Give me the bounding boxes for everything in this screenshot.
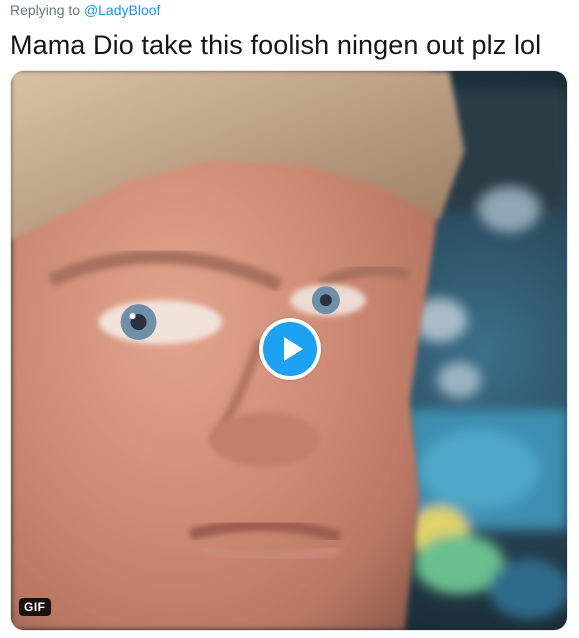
play-icon — [284, 337, 303, 361]
replying-to-label: Replying to — [10, 2, 84, 18]
play-button[interactable] — [259, 318, 321, 380]
gif-badge: GIF — [19, 598, 51, 616]
play-button-circle — [263, 322, 317, 376]
reply-handle-link[interactable]: @LadyBloof — [84, 2, 160, 18]
replying-to-line: Replying to @LadyBloof — [10, 1, 160, 19]
tweet-text: Mama Dio take this foolish ningen out pl… — [10, 30, 542, 60]
gif-media-player[interactable]: GIF — [10, 70, 568, 631]
